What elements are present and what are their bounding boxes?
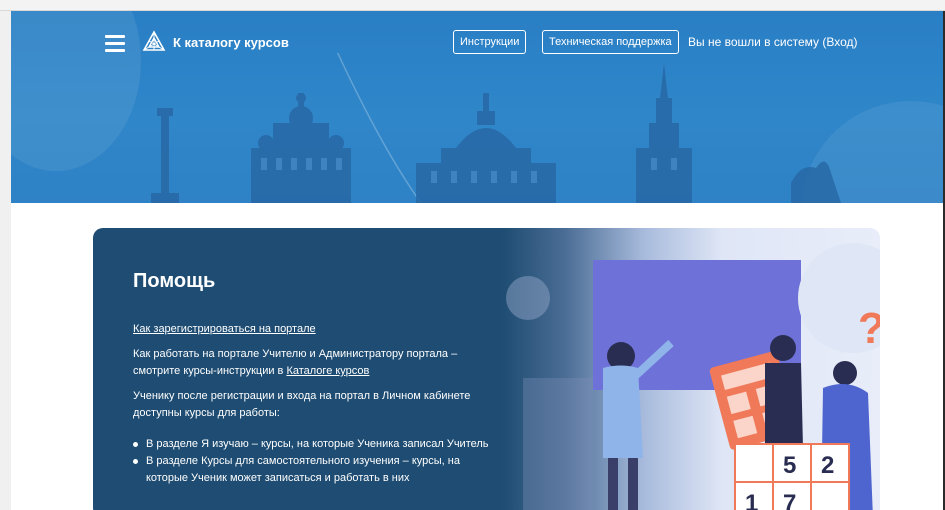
grid-number: 5 — [783, 452, 796, 479]
grid-number: 1 — [745, 490, 758, 510]
catalog-logo-icon[interactable] — [142, 30, 166, 54]
browser-top-strip — [0, 0, 945, 11]
site-header: К каталогу курсов Инструкции Техническая… — [11, 11, 943, 203]
catalog-courses-link[interactable]: Каталоге курсов — [286, 365, 369, 377]
instructions-button[interactable]: Инструкции — [453, 30, 527, 54]
list-item: В разделе Курсы для самостоятельного изу… — [133, 453, 493, 487]
grid-number: 7 — [783, 490, 796, 510]
student-sections-list: В разделе Я изучаю – курсы, на которые У… — [133, 436, 493, 487]
hamburger-menu-button[interactable] — [105, 35, 125, 53]
support-button[interactable]: Техническая поддержка — [542, 30, 679, 54]
help-title: Помощь — [133, 270, 216, 292]
help-card: ? 5 2 1 7 Помощь Как зарегистрироваться … — [93, 228, 880, 510]
main-content: ? 5 2 1 7 Помощь Как зарегистрироваться … — [11, 203, 943, 510]
catalog-link[interactable]: К каталогу курсов — [173, 35, 289, 50]
students-text: Ученику после регистрации и входа на пор… — [133, 390, 471, 419]
register-help-link[interactable]: Как зарегистрироваться на портале — [133, 323, 316, 335]
students-illustration: ? 5 2 1 7 — [506, 243, 880, 510]
question-mark-icon: ? — [858, 304, 880, 353]
login-status-link[interactable]: Вы не вошли в систему (Вход) — [688, 35, 857, 49]
city-skyline-illustration — [151, 53, 841, 203]
list-item: В разделе Я изучаю – курсы, на которые У… — [133, 436, 493, 453]
grid-number: 2 — [821, 452, 834, 479]
page-left-gutter — [0, 11, 11, 510]
help-text-block: Помощь Как зарегистрироваться на портале… — [133, 270, 493, 487]
teachers-instructions-paragraph: Как работать на портале Учителю и Админи… — [133, 346, 493, 380]
